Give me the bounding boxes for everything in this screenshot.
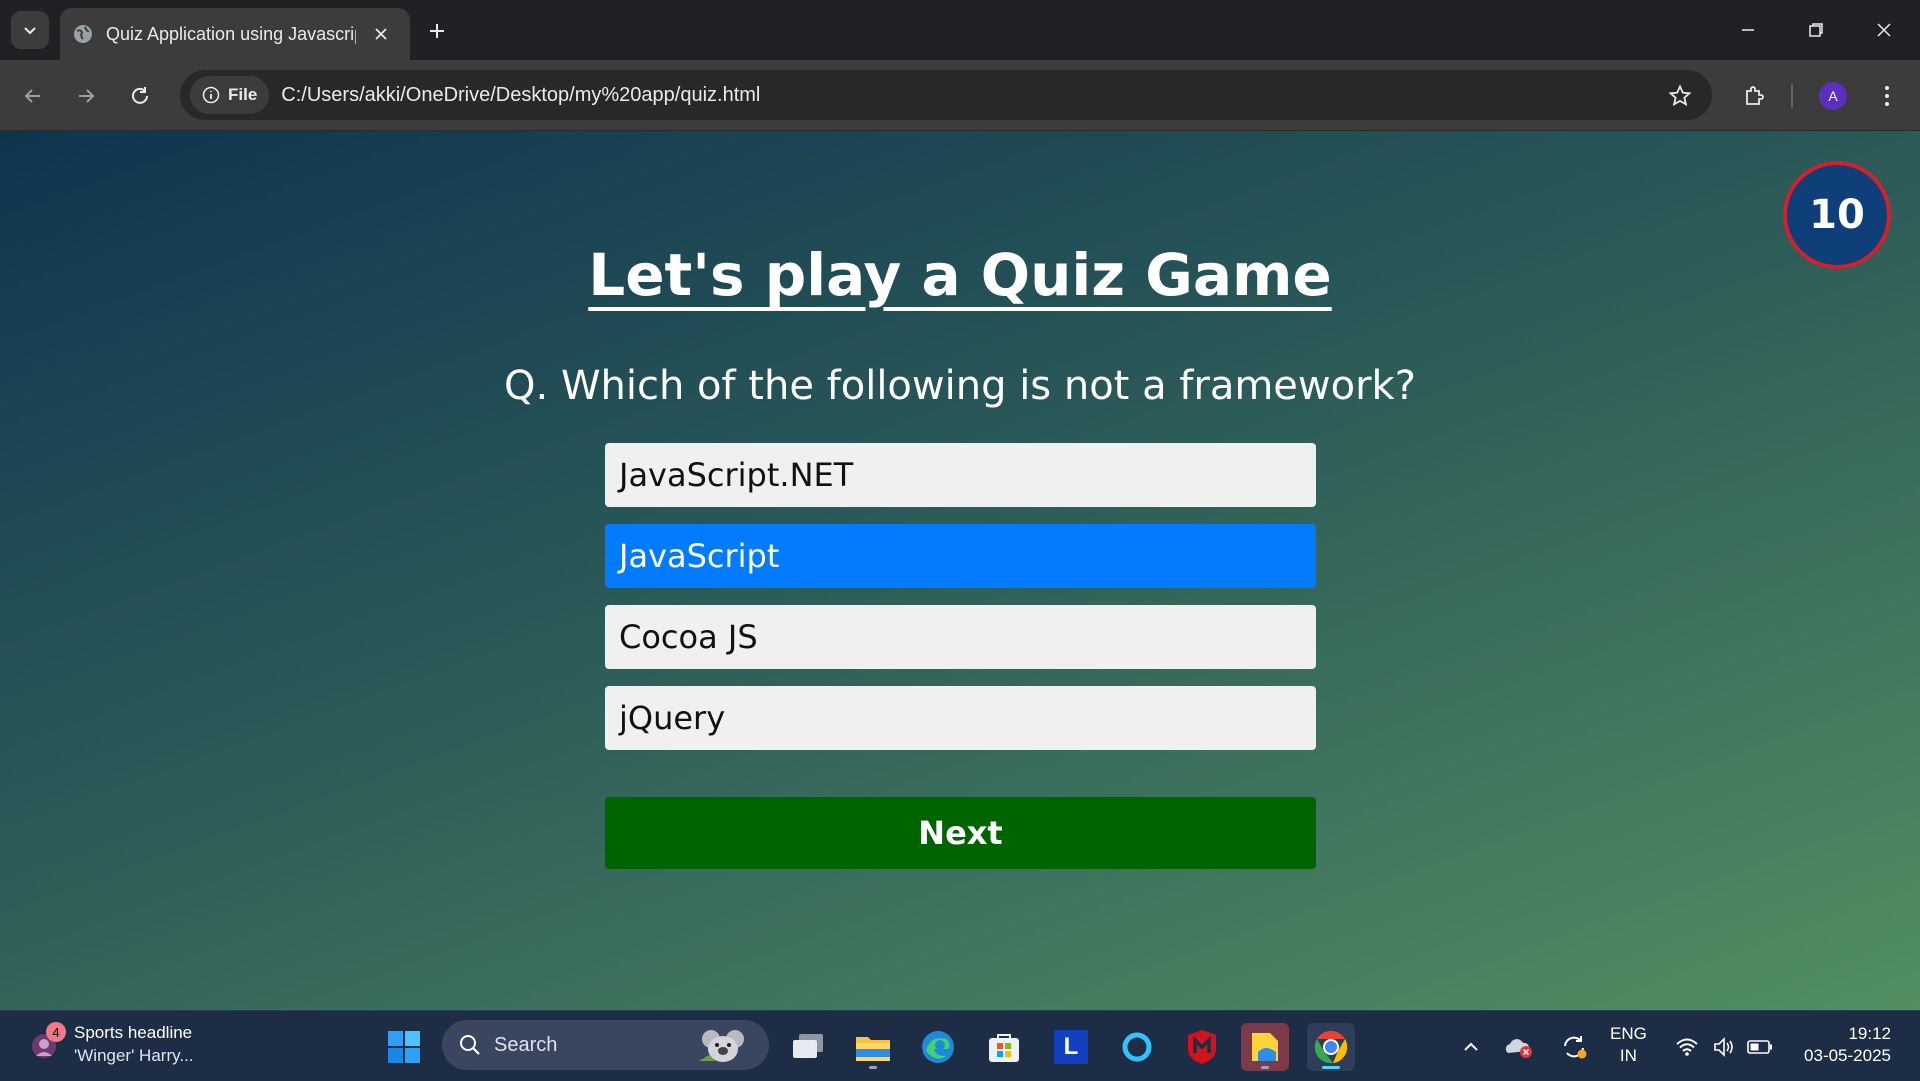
news-subtitle: 'Winger' Harry...: [74, 1046, 194, 1065]
store-icon: [989, 1034, 1019, 1062]
globe-icon: [74, 25, 92, 43]
close-window-button[interactable]: [1854, 8, 1914, 52]
taskbar-search-box[interactable]: Search: [442, 1020, 769, 1070]
l-app-button[interactable]: L: [1047, 1023, 1095, 1071]
cortana-button[interactable]: [1113, 1023, 1161, 1071]
l-app-icon: L: [1054, 1030, 1088, 1064]
forward-button[interactable]: [68, 78, 104, 114]
search-label: Search: [494, 1033, 558, 1056]
cortana-ring-icon: [1122, 1032, 1152, 1062]
close-icon: [1877, 23, 1891, 37]
info-icon: [202, 86, 220, 104]
battery-status[interactable]: [1745, 1023, 1775, 1071]
news-badge: 4: [46, 1022, 66, 1042]
next-button[interactable]: Next: [605, 797, 1316, 869]
page-title-text: Let's play a Quiz Game: [588, 241, 1332, 309]
task-view-icon: [793, 1034, 823, 1058]
tab-close-icon[interactable]: [370, 23, 392, 45]
browser-toolbar: File C:/Users/akki/OneDrive/Desktop/my%2…: [0, 60, 1920, 131]
sync-status-button[interactable]: [1557, 1023, 1591, 1071]
input-language-indicator[interactable]: ENG IN: [1610, 1023, 1647, 1067]
plus-icon: [430, 24, 444, 38]
browser-menu-button[interactable]: [1869, 78, 1905, 114]
system-clock[interactable]: 19:12 03-05-2025: [1795, 1023, 1891, 1067]
news-title: Sports headline: [74, 1023, 193, 1042]
bookmark-star-button[interactable]: [1666, 82, 1694, 110]
sticky-notes-button[interactable]: [1241, 1023, 1289, 1071]
folder-icon: [856, 1037, 890, 1061]
tab-title: Quiz Application using Javascript: [106, 23, 356, 44]
tab-search-button[interactable]: [11, 11, 49, 49]
search-icon: [460, 1035, 480, 1055]
profile-button[interactable]: A: [1815, 78, 1851, 114]
option-javascript-net[interactable]: JavaScript.NET: [605, 443, 1316, 507]
minimize-button[interactable]: [1718, 8, 1778, 52]
profile-avatar: A: [1819, 82, 1847, 110]
extensions-button[interactable]: [1736, 78, 1772, 114]
microsoft-store-button[interactable]: [980, 1023, 1028, 1071]
running-indicator: [869, 1066, 877, 1069]
address-bar[interactable]: File C:/Users/akki/OneDrive/Desktop/my%2…: [180, 70, 1712, 120]
edge-button[interactable]: [914, 1023, 962, 1071]
site-chip-label: File: [228, 85, 258, 104]
wifi-status[interactable]: [1672, 1023, 1702, 1071]
reload-icon: [132, 87, 148, 104]
minimize-icon: [1742, 29, 1754, 31]
answer-options: JavaScript.NET JavaScript Cocoa JS jQuer…: [605, 443, 1316, 767]
new-tab-button[interactable]: [420, 14, 454, 48]
active-indicator: [1322, 1066, 1340, 1069]
start-button[interactable]: [380, 1023, 428, 1071]
sticky-note-icon: [1252, 1033, 1278, 1061]
back-button[interactable]: [15, 78, 51, 114]
option-cocoa-js[interactable]: Cocoa JS: [605, 605, 1316, 669]
onedrive-status-button[interactable]: [1502, 1023, 1536, 1071]
toolbar-divider: [1791, 84, 1793, 108]
restore-icon: [1809, 23, 1823, 37]
browser-tab-strip: Quiz Application using Javascript: [0, 0, 1920, 60]
sync-icon: [1564, 1036, 1587, 1059]
speaker-icon: [1714, 1037, 1733, 1057]
arrow-right-icon: [79, 89, 95, 103]
page-title: Let's play a Quiz Game: [0, 241, 1920, 309]
lang-region: IN: [1619, 1046, 1637, 1065]
reload-button[interactable]: [122, 78, 158, 114]
news-widget[interactable]: 4 Sports headline 'Winger' Harry...: [28, 1021, 194, 1067]
windows-logo-icon: [388, 1031, 420, 1063]
quiz-page: 10 Let's play a Quiz Game Q. Which of th…: [0, 131, 1920, 1010]
news-widget-icon: 4: [28, 1022, 66, 1062]
task-view-button[interactable]: [784, 1023, 832, 1071]
url-text[interactable]: C:/Users/akki/OneDrive/Desktop/my%20app/…: [281, 84, 760, 107]
running-indicator: [1261, 1066, 1269, 1069]
clock-time: 19:12: [1848, 1024, 1891, 1043]
mcafee-shield-icon: [1188, 1030, 1216, 1064]
chevron-up-icon: [1464, 1042, 1478, 1051]
clock-date: 03-05-2025: [1804, 1046, 1891, 1065]
onedrive-error-icon: [1505, 1039, 1532, 1058]
file-explorer-button[interactable]: [849, 1023, 897, 1071]
edge-icon: [922, 1031, 954, 1063]
option-jquery[interactable]: jQuery: [605, 686, 1316, 750]
wifi-icon: [1676, 1038, 1698, 1056]
windows-taskbar: 4 Sports headline 'Winger' Harry... Sear…: [0, 1010, 1920, 1081]
site-info-chip[interactable]: File: [190, 76, 270, 114]
show-hidden-icons-button[interactable]: [1454, 1023, 1488, 1071]
battery-icon: [1747, 1040, 1772, 1054]
browser-tab-active[interactable]: Quiz Application using Javascript: [60, 8, 410, 60]
lang-code: ENG: [1610, 1024, 1647, 1043]
restore-button[interactable]: [1786, 8, 1846, 52]
question-text: Q. Which of the following is not a frame…: [504, 363, 1416, 409]
volume-status[interactable]: [1709, 1023, 1739, 1071]
option-javascript[interactable]: JavaScript: [605, 524, 1316, 588]
chrome-button[interactable]: [1307, 1023, 1355, 1071]
chrome-icon: [1314, 1030, 1348, 1064]
mcafee-button[interactable]: [1178, 1023, 1226, 1071]
koala-search-highlight-icon: [699, 1030, 744, 1062]
puzzle-icon: [1746, 86, 1764, 105]
star-icon: [1668, 84, 1692, 107]
chevron-down-icon: [24, 27, 36, 35]
arrow-left-icon: [24, 89, 40, 103]
more-vertical-icon: [1885, 86, 1889, 106]
